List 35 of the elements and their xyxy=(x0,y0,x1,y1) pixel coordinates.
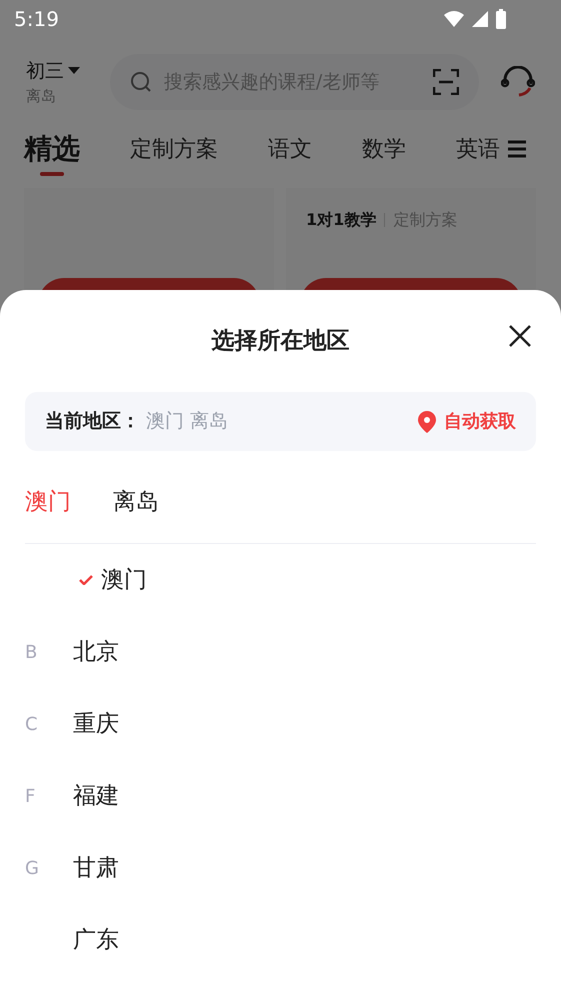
region-level-tab[interactable]: 澳门 xyxy=(25,484,71,520)
menu-icon[interactable] xyxy=(508,140,526,158)
index-letter: B xyxy=(25,642,38,662)
region-option[interactable]: 北京 xyxy=(73,634,119,670)
caret-icon xyxy=(68,66,80,75)
auto-locate-button[interactable]: 自动获取 xyxy=(418,408,516,435)
current-region-label: 当前地区： xyxy=(45,409,140,434)
index-letter: C xyxy=(25,714,38,734)
grade-selector[interactable]: 初三 xyxy=(26,56,64,85)
region-option[interactable]: 福建 xyxy=(73,778,119,814)
category-tab[interactable]: 语文 xyxy=(268,132,312,166)
signal-icon xyxy=(471,10,489,28)
battery-icon xyxy=(495,9,507,29)
card-tag: 1对1教学 xyxy=(306,208,376,232)
scan-icon[interactable] xyxy=(433,69,460,95)
headset-icon[interactable] xyxy=(501,66,535,98)
region-level-tab[interactable]: 离岛 xyxy=(113,484,159,520)
status-time: 5:19 xyxy=(14,6,59,33)
region-option[interactable]: 澳门 xyxy=(101,562,147,598)
index-letter: G xyxy=(25,858,39,878)
location-pin-icon xyxy=(418,410,436,432)
close-icon[interactable] xyxy=(508,324,532,348)
category-tab[interactable]: 定制方案 xyxy=(130,132,218,166)
region-option[interactable]: 甘肃 xyxy=(73,850,119,886)
sheet-title: 选择所在地区 xyxy=(212,326,350,356)
category-tab[interactable]: 英语 xyxy=(456,132,500,166)
category-tab[interactable]: 数学 xyxy=(362,132,406,166)
search-icon xyxy=(130,71,152,93)
current-region-value: 澳门 离岛 xyxy=(146,409,228,434)
wifi-icon xyxy=(443,10,465,28)
region-label: 离岛 xyxy=(26,86,57,107)
region-option[interactable]: 重庆 xyxy=(73,706,119,742)
index-letter: F xyxy=(25,786,36,806)
category-tab[interactable]: 精选 xyxy=(24,128,80,170)
region-option[interactable]: 广东 xyxy=(73,922,119,958)
